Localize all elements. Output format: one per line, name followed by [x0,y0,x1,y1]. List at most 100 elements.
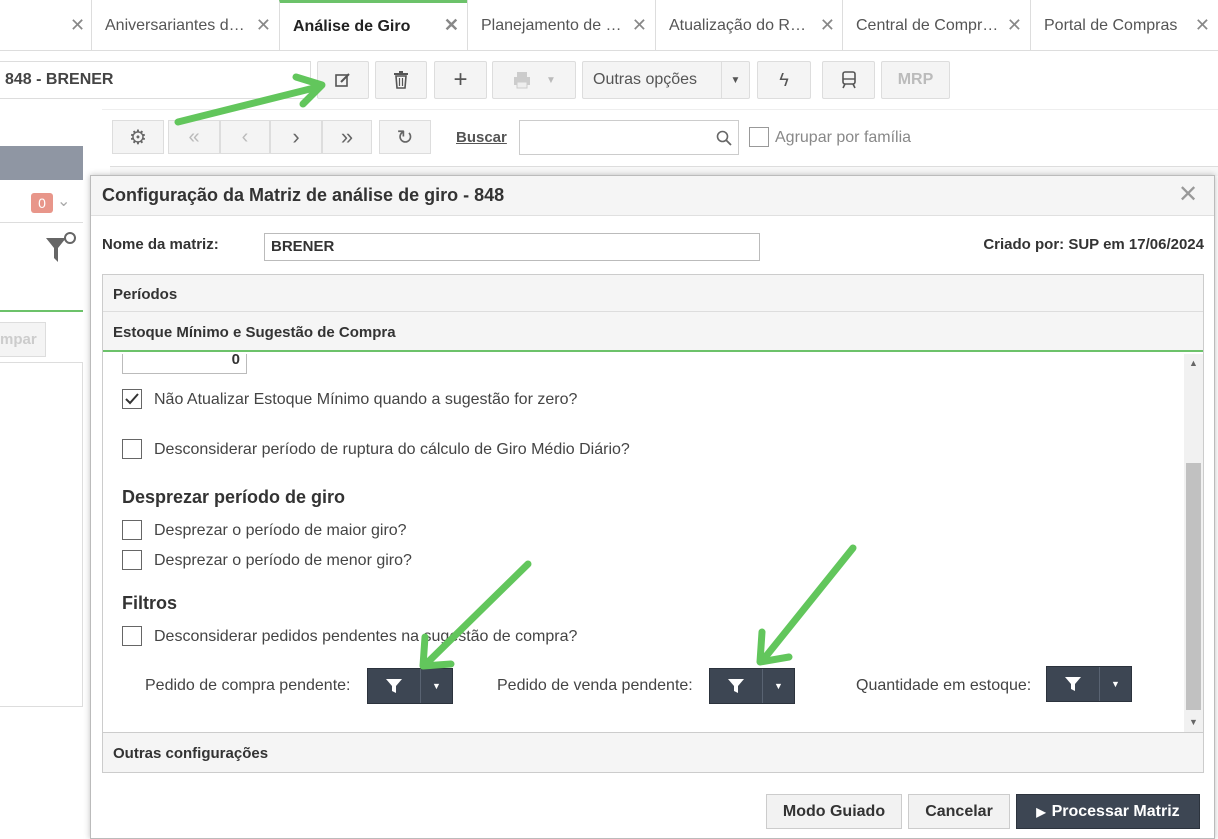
stock-qty-filter-dropdown[interactable]: ▼ [1100,667,1131,701]
tab-aniversariantes[interactable]: Aniversariantes d… ✕ [91,0,279,51]
double-chevron-left-icon: « [188,125,200,148]
despise-lowest-checkbox[interactable] [122,550,142,570]
next-page-button[interactable]: › [270,120,322,154]
trash-icon [394,71,408,89]
stock-qty-label: Quantidade em estoque: [856,677,1032,694]
refresh-button[interactable]: ↻ [379,120,431,154]
edit-button[interactable] [317,61,369,99]
process-matrix-button[interactable]: ▶ Processar Matriz [1016,794,1200,829]
delete-button[interactable] [375,61,427,99]
tab-bar: ✕ Aniversariantes d… ✕ Análise de Giro ✕… [0,0,1218,51]
matrix-name-value: BRENER [271,238,335,255]
other-options-button[interactable]: Outras opções ▼ [582,61,750,99]
left-panel-divider [0,310,83,312]
no-update-min-stock-checkbox[interactable] [122,389,142,409]
chevron-right-icon: › [292,124,300,149]
group-by-family-label: Agrupar por família [775,129,912,146]
tab-central-de-compras[interactable]: Central de Compr… ✕ [842,0,1030,51]
close-icon[interactable]: ✕ [632,15,647,36]
left-panel-row: 0 ⌄ [0,183,83,223]
ignore-pending-checkbox[interactable] [122,626,142,646]
tab-analise-de-giro[interactable]: Análise de Giro ✕ [279,0,467,51]
scroll-up-icon[interactable]: ▲ [1189,358,1198,368]
tab-label: Aniversariantes d… [105,16,245,34]
close-icon[interactable]: ✕ [70,15,85,36]
ignore-rupture-checkbox[interactable] [122,439,142,459]
other-options-label: Outras opções [593,71,698,88]
tab-label: Portal de Compras [1044,16,1178,34]
gear-icon: ⚙ [129,126,147,149]
section-periods[interactable]: Períodos [103,275,1203,312]
tab-label: Análise de Giro [293,18,411,35]
search-link[interactable]: Buscar [456,129,507,146]
caret-down-icon: ▼ [432,681,441,691]
stock-qty-filter-button[interactable]: ▼ [1046,666,1132,702]
train-icon [841,71,856,89]
tab-planejamento[interactable]: Planejamento de … ✕ [467,0,655,51]
guided-mode-label: Modo Guiado [782,802,886,820]
scrollbar[interactable]: ▲ ▼ [1184,354,1203,732]
stock-input[interactable]: 0 [122,354,247,374]
refresh-icon: ↻ [396,126,414,149]
sales-order-filter-main[interactable] [710,669,763,703]
cancel-button[interactable]: Cancelar [908,794,1010,829]
tab-label: Atualização do R… [669,16,806,34]
group-by-family-checkbox[interactable] [749,127,769,147]
first-page-button[interactable]: « [168,120,220,154]
close-icon[interactable]: ✕ [256,15,271,36]
print-button[interactable]: ▼ [492,61,576,99]
process-matrix-label: Processar Matriz [1051,802,1180,820]
search-icon[interactable] [716,130,732,146]
created-by-text: Criado por: SUP em 17/06/2024 [983,236,1204,253]
caret-down-icon[interactable]: ▼ [721,62,749,98]
mrp-button[interactable]: MRP [881,61,950,99]
dialog-header: Configuração da Matriz de análise de gir… [91,176,1214,216]
purchase-order-label: Pedido de compra pendente: [145,677,351,694]
sales-order-filter-dropdown[interactable]: ▼ [763,669,794,703]
quick-action-button[interactable]: ϟ [757,61,811,99]
tab-label: Planejamento de … [481,16,622,34]
last-page-button[interactable]: » [322,120,372,154]
close-icon[interactable]: ✕ [1195,15,1210,36]
scrollbar-thumb[interactable] [1186,463,1201,710]
caret-down-icon: ▼ [774,681,783,691]
close-icon[interactable]: ✕ [1178,180,1198,209]
close-icon[interactable]: ✕ [1007,15,1022,36]
settings-button[interactable]: ⚙ [112,120,164,154]
mrp-label: MRP [897,71,934,88]
filters-heading: Filtros [122,593,178,613]
tab-portal-de-compras[interactable]: Portal de Compras ✕ [1030,0,1218,51]
accordion: Períodos Estoque Mínimo e Sugestão de Co… [102,274,1204,773]
guided-mode-button[interactable]: Modo Guiado [766,794,902,829]
purchase-order-filter-dropdown[interactable]: ▼ [421,669,452,703]
prev-page-button[interactable]: ‹ [220,120,270,154]
close-icon[interactable]: ✕ [444,15,459,36]
tab-atualizacao[interactable]: Atualização do R… ✕ [655,0,843,51]
chevron-left-icon: ‹ [241,125,249,148]
section-other-title: Outras configurações [113,745,269,762]
section-other[interactable]: Outras configurações [103,732,1203,772]
chevron-down-icon[interactable]: ⌄ [57,191,70,211]
purchase-order-filter-button[interactable]: ▼ [367,668,453,704]
section-stock[interactable]: Estoque Mínimo e Sugestão de Compra [103,312,1203,352]
sales-order-filter-button[interactable]: ▼ [709,668,795,704]
ignore-pending-label: Desconsiderar pedidos pendentes na suges… [154,628,578,645]
stock-qty-filter-main[interactable] [1047,667,1100,701]
purchase-order-filter-main[interactable] [368,669,421,703]
filter-settings-icon[interactable] [44,232,78,266]
left-panel-filter [0,224,83,274]
despise-heading: Desprezar período de giro [122,487,346,507]
add-button[interactable]: + [434,61,487,99]
section-periods-title: Períodos [113,286,178,303]
printer-icon [514,72,531,89]
matrix-name-input[interactable]: BRENER [264,233,760,261]
scroll-down-icon[interactable]: ▼ [1189,717,1198,727]
despise-highest-checkbox[interactable] [122,520,142,540]
close-icon[interactable]: ✕ [820,15,835,36]
record-selector[interactable]: 848 - BRENER [0,61,311,99]
train-button[interactable] [822,61,875,99]
filter-icon [1065,677,1081,691]
matrix-name-label: Nome da matriz: [102,236,219,253]
search-input[interactable] [519,120,739,155]
clear-button[interactable]: mpar [0,322,46,357]
